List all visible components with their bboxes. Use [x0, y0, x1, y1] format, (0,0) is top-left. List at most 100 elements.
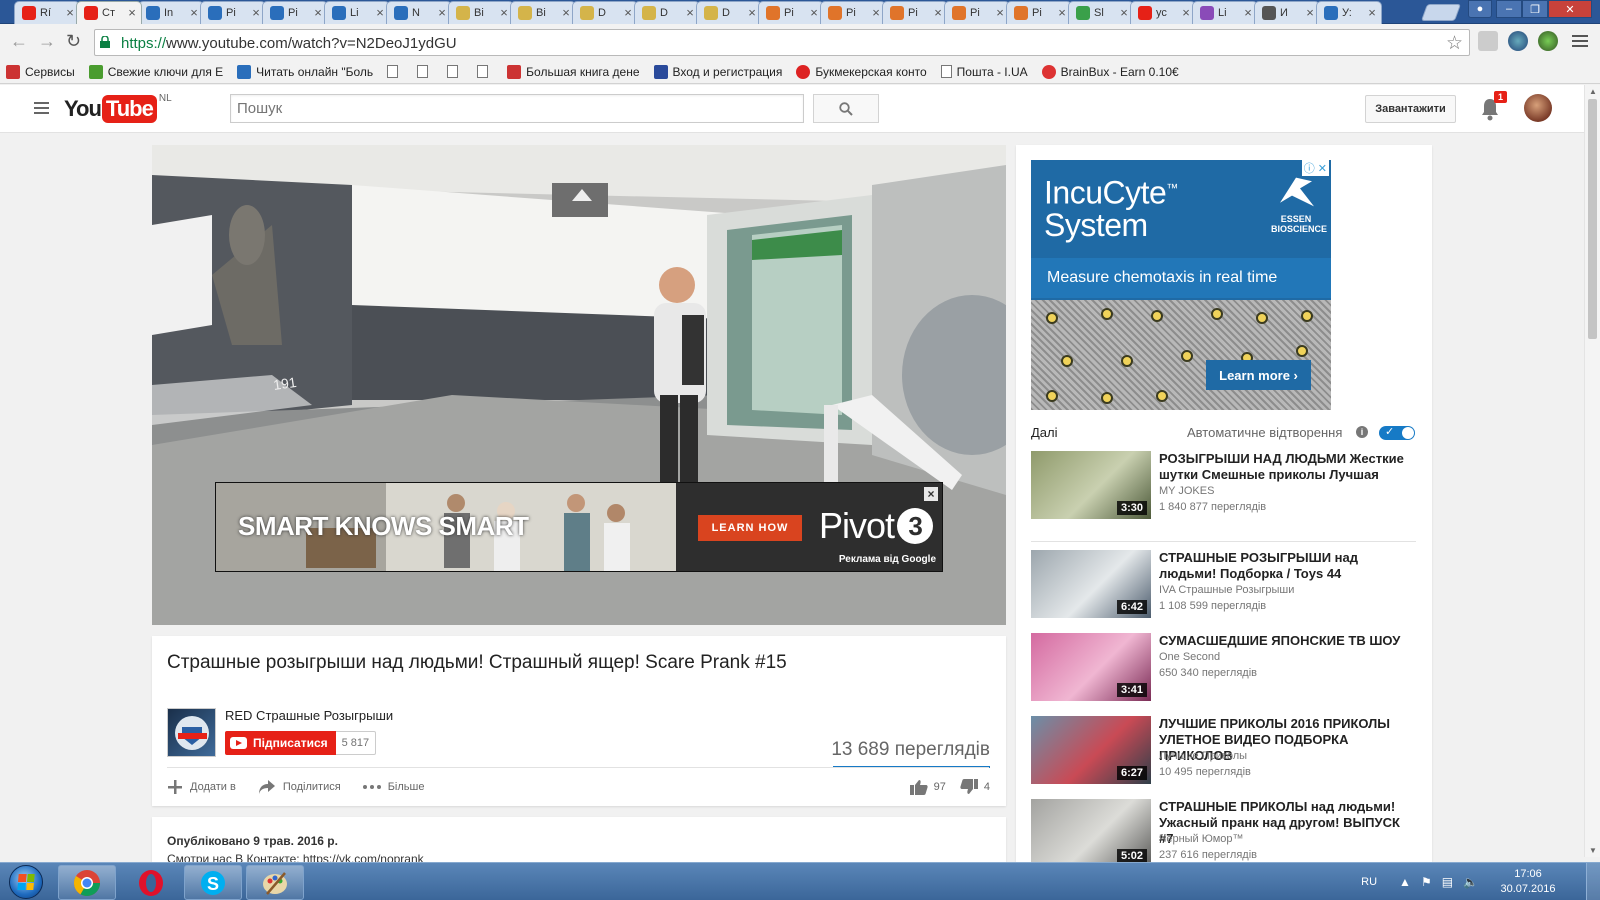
- video-thumbnail[interactable]: 3:30: [1031, 451, 1151, 519]
- scroll-thumb[interactable]: [1588, 99, 1597, 339]
- bookmark-star-icon[interactable]: ☆: [1446, 32, 1463, 55]
- close-tab-icon[interactable]: ×: [871, 6, 881, 19]
- sidebar-ad[interactable]: IncuCyte™ System ESSEN BIOSCIENCE Measure…: [1031, 160, 1331, 410]
- browser-tab[interactable]: Pi ×: [882, 1, 948, 24]
- ad-choices-icon[interactable]: ⓘ ✕: [1301, 160, 1329, 176]
- autoplay-toggle[interactable]: ✓: [1379, 426, 1415, 440]
- channel-name[interactable]: RED Страшные Розыгрыши: [225, 708, 393, 723]
- bookmark-item[interactable]: [417, 65, 433, 78]
- translate-extension-icon[interactable]: [1508, 31, 1528, 51]
- chrome-taskbar-button[interactable]: [58, 865, 116, 900]
- close-tab-icon[interactable]: ×: [1119, 6, 1129, 19]
- browser-tab[interactable]: Pi ×: [820, 1, 886, 24]
- browser-tab[interactable]: N ×: [386, 1, 452, 24]
- browser-tab[interactable]: Bi ×: [510, 1, 576, 24]
- recommended-video[interactable]: 3:41 СУМАСШЕДШИЕ ЯПОНСКИЕ ТВ ШОУ One Secon…: [1031, 633, 1416, 716]
- close-tab-icon[interactable]: ×: [995, 6, 1005, 19]
- bookmark-item[interactable]: [387, 65, 403, 78]
- close-tab-icon[interactable]: ×: [251, 6, 261, 19]
- close-tab-icon[interactable]: ×: [65, 6, 75, 19]
- profile-icon[interactable]: ●: [1468, 0, 1492, 18]
- close-tab-icon[interactable]: ×: [1243, 6, 1253, 19]
- bookmark-item[interactable]: Читать онлайн "Боль: [237, 64, 373, 79]
- browser-tab[interactable]: Li ×: [324, 1, 390, 24]
- close-window-button[interactable]: ✕: [1548, 0, 1592, 18]
- video-title-link[interactable]: СУМАСШЕДШИЕ ЯПОНСКИЕ ТВ ШОУ: [1159, 633, 1416, 649]
- opera-taskbar-button[interactable]: [122, 865, 180, 900]
- clock[interactable]: 17:06 30.07.2016: [1488, 867, 1568, 897]
- browser-tab[interactable]: Pi ×: [262, 1, 328, 24]
- maximize-button[interactable]: ❐: [1522, 0, 1548, 18]
- skype-taskbar-button[interactable]: S: [184, 865, 242, 900]
- page-scrollbar[interactable]: ▲ ▼: [1584, 85, 1600, 857]
- bookmark-item[interactable]: BrainBux - Earn 0.10€: [1041, 64, 1179, 79]
- add-to-button[interactable]: Додати в: [167, 779, 236, 795]
- close-tab-icon[interactable]: ×: [1181, 6, 1191, 19]
- browser-tab[interactable]: Pi ×: [944, 1, 1010, 24]
- close-tab-icon[interactable]: ×: [623, 6, 633, 19]
- recommended-video[interactable]: 6:27 ЛУЧШИЕ ПРИКОЛЫ 2016 ПРИКОЛЫ УЛЕТНОЕ …: [1031, 716, 1416, 799]
- reload-icon[interactable]: ↻: [66, 32, 81, 50]
- upload-button[interactable]: Завантажити: [1365, 95, 1456, 123]
- thumbs-down-icon[interactable]: [960, 779, 978, 795]
- browser-tab[interactable]: Sl ×: [1068, 1, 1134, 24]
- browser-tab[interactable]: Li ×: [1192, 1, 1258, 24]
- recommended-video[interactable]: 5:02 СТРАШНЫЕ ПРИКОЛЫ над людьми! Ужасный…: [1031, 799, 1416, 862]
- close-tab-icon[interactable]: ×: [685, 6, 695, 19]
- video-thumbnail[interactable]: 6:42: [1031, 550, 1151, 618]
- back-arrow-icon[interactable]: ←: [10, 32, 28, 50]
- browser-tab[interactable]: И ×: [1254, 1, 1320, 24]
- address-bar[interactable]: https://www.youtube.com/watch?v=N2DeoJ1y…: [94, 29, 1470, 56]
- bookmark-item[interactable]: Пошта - I.UA: [940, 65, 1028, 79]
- video-thumbnail[interactable]: 3:41: [1031, 633, 1151, 701]
- close-tab-icon[interactable]: ×: [127, 6, 137, 19]
- youtube-logo[interactable]: You Tube NL: [64, 93, 172, 123]
- globe-extension-icon[interactable]: [1538, 31, 1558, 51]
- close-tab-icon[interactable]: ×: [1057, 6, 1067, 19]
- ad-close-icon[interactable]: ×: [924, 487, 938, 501]
- browser-tab[interactable]: Ст ×: [76, 1, 142, 24]
- close-tab-icon[interactable]: ×: [375, 6, 385, 19]
- scroll-up-arrow-icon[interactable]: ▲: [1589, 87, 1597, 96]
- volume-icon[interactable]: 🔈: [1463, 875, 1478, 889]
- video-title-link[interactable]: РОЗЫГРЫШИ НАД ЛЮДЬМИ Жесткие шутки Смешн…: [1159, 451, 1416, 483]
- browser-tab[interactable]: D ×: [572, 1, 638, 24]
- video-channel[interactable]: Черный Юмор™: [1159, 833, 1244, 845]
- subscribe-button[interactable]: Підписатися: [225, 731, 336, 755]
- bookmark-item[interactable]: Сервисы: [6, 64, 75, 79]
- network-icon[interactable]: ▤: [1442, 875, 1453, 889]
- language-indicator[interactable]: RU: [1361, 876, 1377, 888]
- guide-menu-icon[interactable]: [34, 102, 49, 114]
- video-channel[interactable]: One Second: [1159, 651, 1220, 663]
- bookmark-item[interactable]: Свежие ключи для E: [88, 64, 223, 79]
- learn-more-button[interactable]: Learn more ›: [1206, 360, 1311, 390]
- bookmark-item[interactable]: Букмекерская конто: [796, 64, 927, 79]
- video-channel[interactable]: MY JOKES: [1159, 485, 1214, 497]
- browser-tab[interactable]: D ×: [634, 1, 700, 24]
- bookmark-item[interactable]: [447, 65, 463, 78]
- close-tab-icon[interactable]: ×: [809, 6, 819, 19]
- bookmark-item[interactable]: Вход и регистрация: [653, 64, 782, 79]
- video-title-link[interactable]: СТРАШНЫЕ РОЗЫГРЫШИ над людьми! Подборка …: [1159, 550, 1416, 582]
- search-button[interactable]: [813, 94, 879, 123]
- forward-arrow-icon[interactable]: →: [38, 32, 56, 50]
- new-tab-button[interactable]: [1420, 4, 1462, 21]
- action-center-flag-icon[interactable]: ⚑: [1421, 875, 1432, 889]
- close-tab-icon[interactable]: ×: [437, 6, 447, 19]
- user-avatar[interactable]: [1524, 94, 1552, 122]
- scroll-down-arrow-icon[interactable]: ▼: [1589, 846, 1597, 855]
- recommended-video[interactable]: 6:42 СТРАШНЫЕ РОЗЫГРЫШИ над людьми! Подбо…: [1031, 550, 1416, 633]
- close-tab-icon[interactable]: ×: [313, 6, 323, 19]
- browser-tab[interactable]: D ×: [696, 1, 762, 24]
- bookmark-item[interactable]: Большая книга дене: [507, 64, 640, 79]
- close-tab-icon[interactable]: ×: [561, 6, 571, 19]
- video-thumbnail[interactable]: 6:27: [1031, 716, 1151, 784]
- close-tab-icon[interactable]: ×: [747, 6, 757, 19]
- browser-tab[interactable]: Pi ×: [200, 1, 266, 24]
- close-tab-icon[interactable]: ×: [1367, 6, 1377, 19]
- info-icon[interactable]: i: [1356, 426, 1368, 438]
- ad-learn-how-button[interactable]: LEARN HOW: [698, 515, 802, 541]
- browser-tab[interactable]: Rí ×: [14, 1, 80, 24]
- thumbs-up-icon[interactable]: [909, 779, 928, 795]
- browser-tab[interactable]: Pi ×: [758, 1, 824, 24]
